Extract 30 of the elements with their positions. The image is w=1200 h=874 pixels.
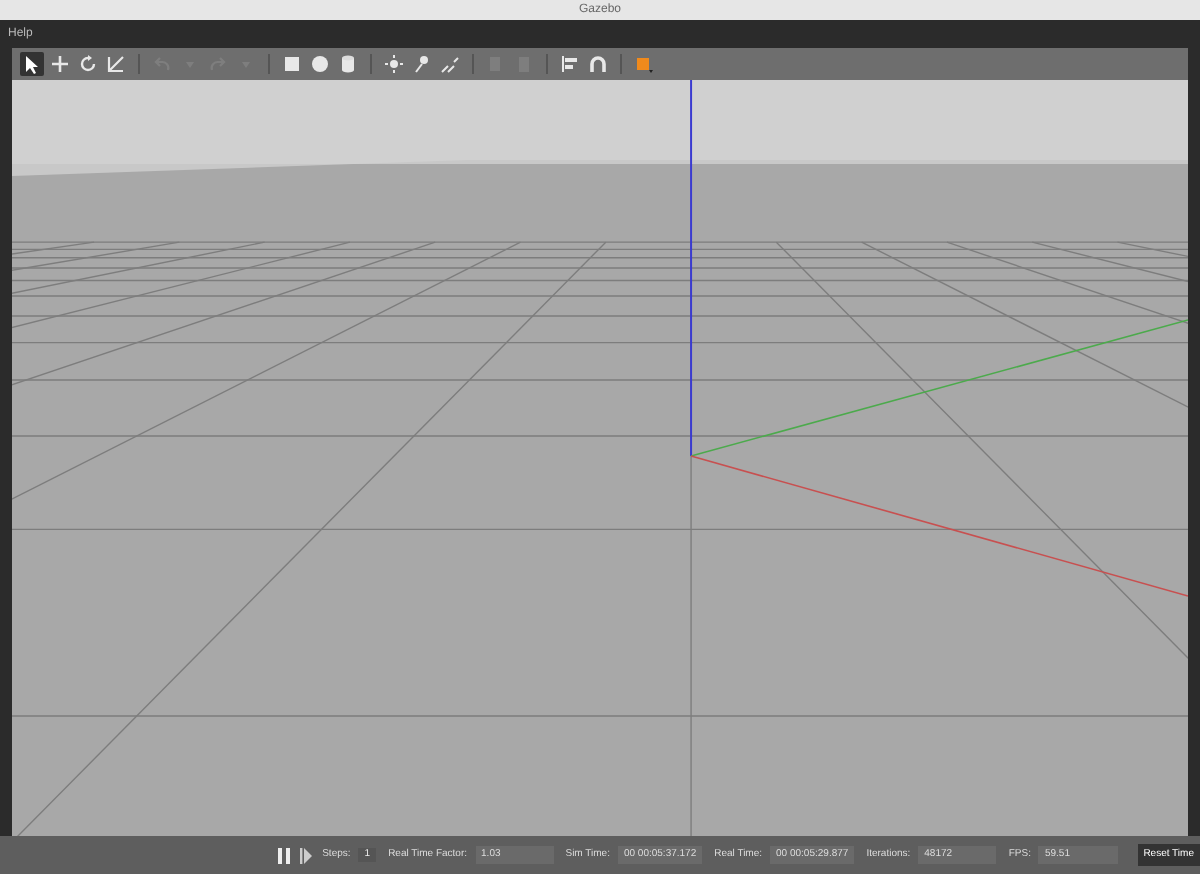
pause-icon: [277, 847, 290, 863]
move-tool[interactable]: [48, 52, 72, 76]
magnet-icon: [588, 54, 608, 74]
sphere-tool[interactable]: [308, 52, 332, 76]
color-swatch-tool[interactable]: [632, 52, 656, 76]
align-tool[interactable]: [558, 52, 582, 76]
step-button[interactable]: [299, 843, 315, 867]
directional-light-tool[interactable]: [438, 52, 462, 76]
rotate-icon: [78, 54, 98, 74]
scale-icon: [106, 54, 126, 74]
sun-icon: [384, 54, 404, 74]
pause-button[interactable]: [276, 843, 292, 867]
sun-tool[interactable]: [382, 52, 406, 76]
box-tool[interactable]: [280, 52, 304, 76]
align-icon: [560, 54, 580, 74]
spotlight-icon: [412, 54, 432, 74]
step-icon: [300, 847, 313, 863]
select-arrow-tool[interactable]: [20, 52, 44, 76]
directional-light-icon: [440, 54, 460, 74]
rotate-tool[interactable]: [76, 52, 100, 76]
color-swatch-icon: [634, 54, 654, 74]
magnet-tool[interactable]: [586, 52, 610, 76]
cylinder-icon: [338, 54, 358, 74]
move-icon: [50, 54, 70, 74]
spotlight-tool[interactable]: [410, 52, 434, 76]
scale-tool[interactable]: [104, 52, 128, 76]
select-arrow-icon: [22, 54, 42, 74]
sphere-icon: [310, 54, 330, 74]
box-icon: [282, 54, 302, 74]
cylinder-tool[interactable]: [336, 52, 360, 76]
